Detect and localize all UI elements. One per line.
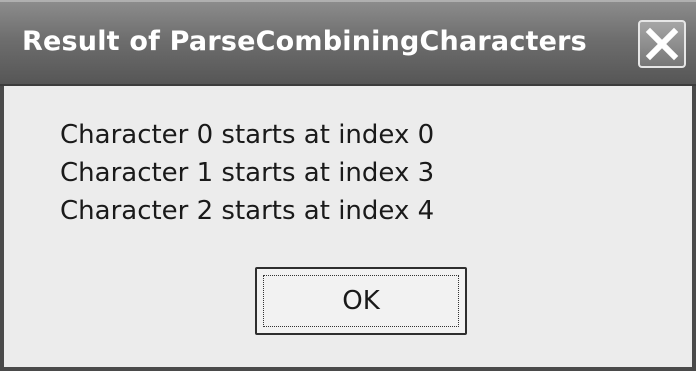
close-button[interactable] — [638, 20, 686, 68]
message-text: Character 0 starts at index 0 Character … — [60, 116, 434, 230]
close-x-icon — [645, 27, 679, 61]
message-line: Character 0 starts at index 0 — [60, 120, 435, 150]
window-title: Result of ParseCombiningCharacters — [22, 26, 587, 57]
message-line: Character 1 starts at index 3 — [60, 158, 435, 188]
message-dialog: Result of ParseCombiningCharacters Chara… — [0, 0, 696, 371]
dialog-body: Character 0 starts at index 0 Character … — [4, 86, 692, 367]
ok-button[interactable]: OK — [255, 267, 467, 335]
title-bar[interactable]: Result of ParseCombiningCharacters — [0, 0, 696, 86]
message-line: Character 2 starts at index 4 — [60, 196, 435, 226]
ok-button-label: OK — [263, 275, 459, 327]
